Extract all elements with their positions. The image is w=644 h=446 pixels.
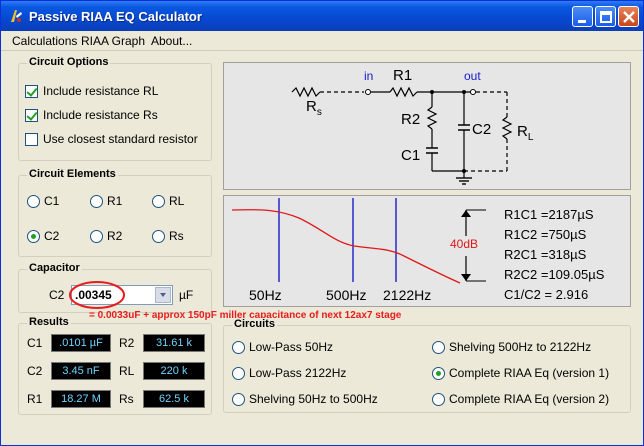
riaa-curve <box>231 209 461 284</box>
db-label: 40dB <box>450 237 479 251</box>
radio-low-pass-50hz[interactable] <box>232 341 245 354</box>
capacitor-field-label: C2 <box>49 288 65 302</box>
radio-rl-label[interactable]: RL <box>169 194 184 208</box>
close-button[interactable] <box>618 6 639 27</box>
radio-c1[interactable] <box>27 195 40 208</box>
minimize-icon <box>578 20 586 23</box>
radio-r1[interactable] <box>90 195 103 208</box>
chevron-down-icon <box>160 293 166 297</box>
tc-r2c2: R2C2 =109.05µS <box>504 267 605 282</box>
radio-rs-label[interactable]: Rs <box>169 229 184 243</box>
app-window: Passive RIAA EQ Calculator Calculations … <box>0 0 644 446</box>
result-c1-label: C1 <box>27 336 43 350</box>
result-rs-value: 62.5 k <box>143 390 205 408</box>
radio-rs[interactable] <box>152 230 165 243</box>
radio-c1-label[interactable]: C1 <box>44 194 59 208</box>
app-icon <box>11 10 22 22</box>
capacitor-group: Capacitor C2 .00345 µF <box>18 262 212 313</box>
radio-c2-label[interactable]: C2 <box>44 229 59 243</box>
low-pass-50hz-label[interactable]: Low-Pass 50Hz <box>249 340 333 354</box>
menu-bar: Calculations RIAA Graph About... <box>1 31 643 51</box>
tc-r1c1: R1C1 =2187µS <box>504 207 594 222</box>
results-title: Results <box>27 316 71 328</box>
c1-label: C1 <box>401 147 421 164</box>
circuit-options-group: Circuit Options Include resistance RL In… <box>18 56 212 161</box>
radio-complete-riaa-v2[interactable] <box>432 393 445 406</box>
include-rl-label[interactable]: Include resistance RL <box>43 84 158 98</box>
minimize-button[interactable] <box>572 6 593 27</box>
radio-low-pass-2122hz[interactable] <box>232 367 245 380</box>
result-r2-label: R2 <box>119 336 135 350</box>
close-icon <box>623 11 635 23</box>
radio-complete-riaa-v1[interactable] <box>432 367 445 380</box>
circuit-elements-title: Circuit Elements <box>27 168 118 180</box>
radio-r2-label[interactable]: R2 <box>107 229 122 243</box>
result-rl-label: RL <box>119 364 135 378</box>
capacitor-title: Capacitor <box>27 262 82 274</box>
standard-resistor-label[interactable]: Use closest standard resistor <box>43 132 198 146</box>
capacitor-unit: µF <box>179 288 194 302</box>
circuits-group: Circuits Low-Pass 50Hz Shelving 500Hz to… <box>223 318 631 413</box>
title-bar[interactable]: Passive RIAA EQ Calculator <box>1 1 643 31</box>
result-r1-value: 18.27 M <box>51 390 111 408</box>
rs-label: Rs <box>306 98 322 118</box>
c2-label: C2 <box>472 121 492 138</box>
radio-c2[interactable] <box>27 230 40 243</box>
riaa-schematic-diagram <box>291 86 513 185</box>
circuit-elements-group: Circuit Elements C1 R1 RL C2 R2 Rs <box>18 168 212 257</box>
radio-rl[interactable] <box>152 195 165 208</box>
tc-c1-c2-ratio: C1/C2 = 2.916 <box>504 287 589 302</box>
standard-resistor-checkbox[interactable] <box>25 133 38 146</box>
out-label: out <box>464 69 481 83</box>
highlight-ellipse <box>69 281 125 309</box>
maximize-button[interactable] <box>595 6 616 27</box>
result-r2-value: 31.61 k <box>143 334 205 352</box>
low-pass-2122hz-label[interactable]: Low-Pass 2122Hz <box>249 366 346 380</box>
menu-about[interactable]: About... <box>151 34 192 48</box>
maximize-icon <box>600 11 612 23</box>
schematic-panel: in out R1 Rs R2 C1 C2 RL <box>223 62 631 190</box>
rl-label: RL <box>517 123 534 143</box>
menu-riaa-graph[interactable]: RIAA Graph <box>81 34 145 48</box>
complete-riaa-v1-label[interactable]: Complete RIAA Eq (version 1) <box>449 366 609 380</box>
riaa-graph-panel: 40dB 50Hz 500Hz 2122Hz R1C1 =2187µS R1C2… <box>223 195 631 307</box>
freq-label-50hz: 50Hz <box>249 287 282 303</box>
include-rs-checkbox[interactable] <box>25 109 38 122</box>
include-rl-checkbox[interactable] <box>25 85 38 98</box>
circuit-options-title: Circuit Options <box>27 56 111 68</box>
radio-shelving-500-2122[interactable] <box>432 341 445 354</box>
radio-shelving-50-500[interactable] <box>232 393 245 406</box>
in-label: in <box>364 69 374 83</box>
tc-r1c2: R1C2 =750µS <box>504 227 587 242</box>
freq-label-2122hz: 2122Hz <box>383 287 432 303</box>
shelving-50-500-label[interactable]: Shelving 50Hz to 500Hz <box>249 392 378 406</box>
results-group: Results C1 .0101 µF R2 31.61 k C2 3.45 n… <box>18 316 212 415</box>
radio-r1-label[interactable]: R1 <box>107 194 122 208</box>
shelving-500-2122-label[interactable]: Shelving 500Hz to 2122Hz <box>449 340 591 354</box>
result-c2-value: 3.45 nF <box>51 362 111 380</box>
menu-calculations[interactable]: Calculations <box>12 34 77 48</box>
result-c1-value: .0101 µF <box>51 334 111 352</box>
r2-label: R2 <box>401 111 421 128</box>
freq-label-500hz: 500Hz <box>326 287 367 303</box>
result-r1-label: R1 <box>27 392 43 406</box>
result-c2-label: C2 <box>27 364 43 378</box>
r1-label: R1 <box>393 67 413 84</box>
combo-dropdown-button[interactable] <box>155 287 171 303</box>
complete-riaa-v2-label[interactable]: Complete RIAA Eq (version 2) <box>449 392 609 406</box>
include-rs-label[interactable]: Include resistance Rs <box>43 108 158 122</box>
circuits-title: Circuits <box>232 318 277 330</box>
result-rs-label: Rs <box>119 392 134 406</box>
radio-r2[interactable] <box>90 230 103 243</box>
result-rl-value: 220 k <box>143 362 205 380</box>
tc-r2c1: R2C1 =318µS <box>504 247 587 262</box>
window-title: Passive RIAA EQ Calculator <box>29 9 202 24</box>
